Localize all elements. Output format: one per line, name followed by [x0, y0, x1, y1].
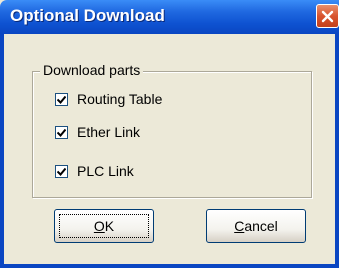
checkbox-box[interactable]	[55, 164, 68, 178]
close-icon	[321, 10, 334, 22]
cancel-mnemonic: C	[234, 218, 245, 234]
checkbox-box[interactable]	[55, 92, 68, 106]
checkbox-plc-link[interactable]: PLC Link	[55, 163, 134, 179]
group-legend: Download parts	[40, 62, 144, 78]
checkbox-routing-table[interactable]: Routing Table	[55, 91, 162, 107]
checkbox-label: Ether Link	[77, 124, 141, 140]
checkmark-icon	[57, 167, 66, 176]
checkmark-icon	[57, 128, 66, 137]
window-frame-bottom	[0, 264, 339, 268]
window-frame-right	[335, 34, 339, 268]
focus-rectangle	[59, 214, 149, 238]
cancel-label: Cancel	[234, 218, 278, 234]
cancel-label-rest: ancel	[244, 218, 278, 234]
checkbox-label: PLC Link	[77, 163, 134, 179]
checkbox-box[interactable]	[55, 125, 68, 139]
checkmark-icon	[57, 95, 66, 104]
title-bar[interactable]: Optional Download	[0, 0, 339, 34]
checkbox-label: Routing Table	[77, 91, 163, 107]
window-frame-left	[0, 34, 4, 268]
cancel-button[interactable]: Cancel	[206, 209, 306, 243]
checkbox-ether-link[interactable]: Ether Link	[55, 124, 140, 140]
optional-download-dialog: Optional Download Download parts Routing…	[0, 0, 339, 268]
ok-button[interactable]: OK	[54, 209, 154, 243]
close-button[interactable]	[316, 4, 339, 28]
window-title: Optional Download	[10, 6, 165, 25]
